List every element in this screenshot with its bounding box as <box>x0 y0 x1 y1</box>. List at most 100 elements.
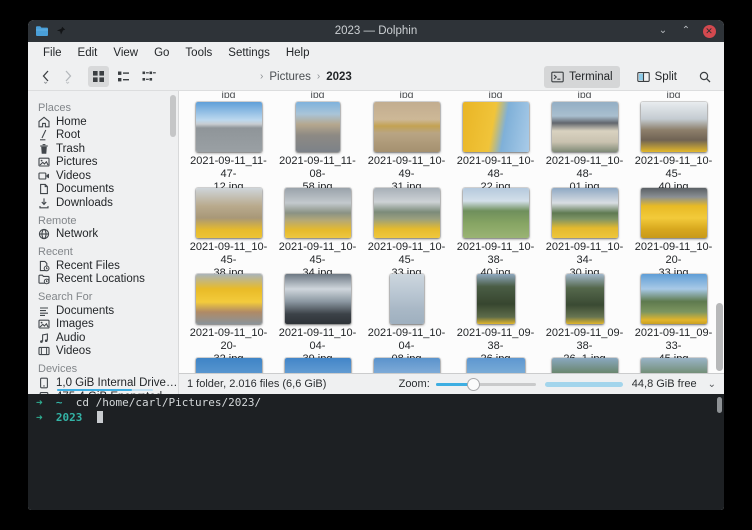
file-name-line: 2021-09-11_09-38- <box>451 327 540 353</box>
file-item[interactable]: 2021-09-11_10-20-32.jpg <box>184 272 273 358</box>
view-scrollbar[interactable] <box>716 303 723 371</box>
file-item[interactable]: 2021-09-11_10-45-33.jpg <box>362 186 451 272</box>
file-item[interactable]: 2021-09-11_10-45-38.jpg <box>184 186 273 272</box>
file-item[interactable]: 2021-09-11_10-38-40.jpg <box>451 186 540 272</box>
recent-file-icon <box>38 260 50 272</box>
terminal-cursor <box>97 411 104 423</box>
prompt-space <box>43 396 56 409</box>
file-item[interactable] <box>362 358 451 373</box>
sidebar-item-videos[interactable]: Videos <box>38 345 178 359</box>
picture-icon <box>38 156 50 168</box>
pin-icon <box>56 26 66 36</box>
sidebar-item-network[interactable]: Network <box>38 228 178 242</box>
file-item[interactable]: 2021-09-11_10-45-34.jpg <box>273 186 362 272</box>
sidebar-item-label: Images <box>56 318 94 330</box>
file-item[interactable]: 2021-09-11_10-04-08.jpg <box>362 272 451 358</box>
file-item[interactable]: 2021-09-11_09-38-26_1.jpg <box>540 272 629 358</box>
folder-app-icon <box>35 25 49 37</box>
file-thumbnail <box>552 188 618 238</box>
search-button[interactable] <box>694 66 716 87</box>
menu-file[interactable]: File <box>36 45 69 61</box>
file-item[interactable]: 2021-09-11_10-48-01.jpg <box>540 100 629 186</box>
sidebar-item-recent-files[interactable]: Recent Files <box>38 259 178 273</box>
chevron-right-icon <box>61 69 75 84</box>
file-item[interactable]: 2021-09-11_09-38-26.jpg <box>451 272 540 358</box>
clipped-filename-fragment: jpg <box>362 91 451 98</box>
file-thumbnail <box>374 188 440 238</box>
file-item[interactable] <box>540 358 629 373</box>
file-item[interactable]: 2021-09-11_11-08-58.jpg <box>273 100 362 186</box>
compact-view-icon <box>142 70 156 83</box>
back-button[interactable] <box>36 67 56 87</box>
file-item[interactable] <box>629 358 718 373</box>
file-thumbnail <box>196 358 262 373</box>
zoom-slider[interactable] <box>436 377 536 391</box>
window-title: 2023 — Dolphin <box>28 25 724 37</box>
menu-edit[interactable]: Edit <box>71 45 105 61</box>
sidebar-item-home[interactable]: Home <box>38 115 178 129</box>
file-item[interactable]: 2021-09-11_10-49-31.jpg <box>362 100 451 186</box>
compact-view-button[interactable] <box>138 66 160 87</box>
menu-tools[interactable]: Tools <box>178 45 219 61</box>
titlebar[interactable]: 2023 — Dolphin ⌄ ⌃ ✕ <box>28 20 724 42</box>
forward-button[interactable] <box>58 67 78 87</box>
file-name-line: 2021-09-11_10-45- <box>362 241 451 267</box>
file-thumbnail <box>641 102 707 152</box>
details-view-button[interactable] <box>113 66 134 87</box>
close-button[interactable]: ✕ <box>702 24 716 38</box>
sidebar-item-label: Home <box>56 116 87 128</box>
sidebar-item-label: 1,0 GiB Internal Drive (nvme… <box>56 377 178 389</box>
sidebar-item-audio[interactable]: Audio <box>38 331 178 345</box>
menu-help[interactable]: Help <box>279 45 317 61</box>
maximize-button[interactable]: ⌃ <box>679 24 693 38</box>
sidebar-section-search-for: Search For <box>38 291 178 304</box>
file-item[interactable]: 2021-09-11_10-48-22.jpg <box>451 100 540 186</box>
sidebar-item-label: Recent Locations <box>56 273 145 285</box>
file-item[interactable]: 2021-09-11_10-45-40.jpg <box>629 100 718 186</box>
icons-view-button[interactable] <box>88 66 109 87</box>
clipped-filename-fragment: jpg <box>451 91 540 98</box>
file-item[interactable]: 2021-09-11_09-33-45.jpg <box>629 272 718 358</box>
zoom-slider-knob[interactable] <box>467 378 480 391</box>
sidebar-item-documents[interactable]: Documents <box>38 183 178 197</box>
menu-settings[interactable]: Settings <box>221 45 277 61</box>
sidebar-item-images[interactable]: Images <box>38 318 178 332</box>
breadcrumb-pictures[interactable]: Pictures <box>269 71 311 83</box>
file-thumbnail <box>285 358 351 373</box>
sidebar-item-videos[interactable]: Videos <box>38 169 178 183</box>
sidebar-scrollbar[interactable] <box>170 95 176 137</box>
menu-go[interactable]: Go <box>147 45 176 61</box>
file-item[interactable]: 2021-09-11_10-20-33.jpg <box>629 186 718 272</box>
video-icon <box>38 170 50 182</box>
sidebar-section-remote: Remote <box>38 215 178 228</box>
terminal-command: cd /home/carl/Pictures/2023/ <box>76 396 261 409</box>
file-view[interactable]: jpgjpgjpgjpgjpgjpg 2021-09-11_11-47-12.j… <box>179 91 724 373</box>
sidebar-item-documents[interactable]: Documents <box>38 304 178 318</box>
menu-view[interactable]: View <box>106 45 145 61</box>
file-name-line: 2021-09-11_10-20- <box>184 327 273 353</box>
terminal-panel[interactable]: ➜ ~ cd /home/carl/Pictures/2023/➜ 2023 <box>28 394 724 510</box>
file-item[interactable] <box>184 358 273 373</box>
file-item[interactable]: 2021-09-11_11-47-12.jpg <box>184 100 273 186</box>
sidebar-item-pictures[interactable]: Pictures <box>38 156 178 170</box>
breadcrumb-2023[interactable]: 2023 <box>326 71 352 83</box>
sidebar-item-trash[interactable]: Trash <box>38 142 178 156</box>
file-thumbnail <box>477 274 515 324</box>
file-name-line: 2021-09-11_10-38- <box>451 241 540 267</box>
picture-icon <box>38 318 50 330</box>
file-item[interactable]: 2021-09-11_10-04-39.jpg <box>273 272 362 358</box>
file-item[interactable] <box>451 358 540 373</box>
sidebar-item-label: Recent Files <box>56 260 120 272</box>
file-item[interactable]: 2021-09-11_10-34-30.jpg <box>540 186 629 272</box>
sidebar-item-root[interactable]: Root <box>38 129 178 143</box>
terminal-toggle-button[interactable]: Terminal <box>544 66 619 88</box>
sidebar-item-recent-locations[interactable]: Recent Locations <box>38 273 178 287</box>
sidebar-item-1-0-gib-internal-drive-nvme-[interactable]: 1,0 GiB Internal Drive (nvme… <box>38 376 178 390</box>
free-space-bar <box>545 382 623 387</box>
statusbar-options-chevron-icon[interactable]: ⌄ <box>706 379 718 390</box>
terminal-scrollbar[interactable] <box>717 397 722 413</box>
file-item[interactable] <box>273 358 362 373</box>
sidebar-item-downloads[interactable]: Downloads <box>38 196 178 210</box>
split-view-button[interactable]: Split <box>630 66 684 88</box>
minimize-button[interactable]: ⌄ <box>656 24 670 38</box>
